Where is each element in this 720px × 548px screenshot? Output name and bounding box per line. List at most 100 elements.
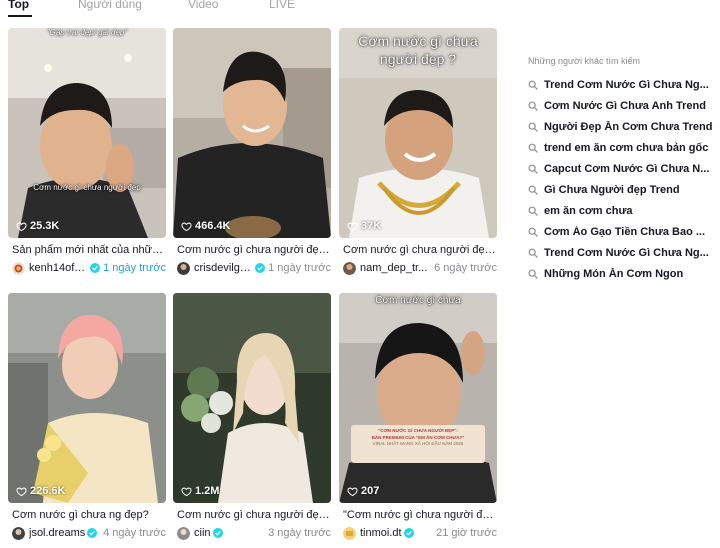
video-description[interactable]: Cơm nước gì chưa người đẹp... <box>177 244 331 256</box>
tab-users[interactable]: Người dùng <box>78 0 142 11</box>
video-grid: "Gặp trai đẹp/ gái đẹp" Cơm nước gì chưa… <box>8 28 498 548</box>
search-icon <box>528 80 538 90</box>
username[interactable]: tinmoi.dt <box>360 527 402 539</box>
video-meta: nam_dep_tr... 6 ngày trước <box>343 261 497 275</box>
related-search-item[interactable]: Cơm Nước Gì Chưa Anh Trend <box>528 95 713 116</box>
post-time: 1 ngày trước <box>268 262 331 274</box>
video-frame-image <box>8 293 166 503</box>
search-icon <box>528 269 538 279</box>
video-meta: ciin 3 ngày trước <box>177 526 331 540</box>
search-icon <box>528 164 538 174</box>
video-card: 226.6K Cơm nước gì chưa ng đẹp? jsol.dre… <box>8 293 166 540</box>
video-description[interactable]: Cơm nước gì chưa người đẹp... <box>177 509 331 521</box>
video-thumbnail[interactable]: 1.2M <box>173 293 331 503</box>
verified-badge-icon <box>255 263 266 273</box>
search-icon <box>528 101 538 111</box>
related-search-label: em ăn cơm chưa <box>544 204 633 217</box>
username[interactable]: jsol.dreams <box>29 527 85 539</box>
related-search-item[interactable]: Capcut Cơm Nước Gì Chưa N... <box>528 158 713 179</box>
video-description[interactable]: Cơm nước gì chưa người đẹp... <box>343 244 497 256</box>
heart-outline-icon <box>16 222 27 231</box>
video-thumbnail[interactable]: "Gặp trai đẹp/ gái đẹp" Cơm nước gì chưa… <box>8 28 166 238</box>
tab-video[interactable]: Video <box>188 0 218 11</box>
video-card: 1.2M Cơm nước gì chưa người đẹp... ciin … <box>173 293 331 540</box>
video-card: Cơm nước gì chưa người đẹp ? 37K Cơm nướ… <box>339 28 497 275</box>
related-search-item[interactable]: Trend Cơm Nước Gì Chưa Ng... <box>528 74 713 95</box>
username[interactable]: crisdevilga... <box>194 262 253 274</box>
related-search-label: Trend Cơm Nước Gì Chưa Ng... <box>544 246 709 259</box>
avatar[interactable] <box>12 261 25 275</box>
view-count: 37K <box>347 220 381 232</box>
related-search-label: Gì Chưa Người đẹp Trend <box>544 183 680 196</box>
search-icon <box>528 122 538 132</box>
search-tabs: Top Người dùng Video LIVE <box>0 0 500 20</box>
heart-outline-icon <box>16 487 27 496</box>
avatar[interactable] <box>343 261 356 275</box>
related-searches: Những người khác tìm kiếm Trend Cơm Nước… <box>528 56 713 284</box>
video-meta: kenh14offic... 1 ngày trước <box>12 261 166 275</box>
video-description[interactable]: Cơm nước gì chưa ng đẹp? <box>12 509 166 521</box>
video-meta: tinmoi.dt 21 giờ trước <box>343 526 497 540</box>
view-count-value: 1.2M <box>195 485 220 497</box>
related-search-label: Người Đẹp Ăn Cơm Chưa Trend <box>544 120 713 133</box>
post-time: 3 ngày trước <box>268 527 331 539</box>
post-time: 1 ngày trước <box>103 262 166 274</box>
avatar[interactable] <box>343 526 356 540</box>
related-search-item[interactable]: em ăn cơm chưa <box>528 200 713 221</box>
view-count: 466.4K <box>181 220 230 232</box>
avatar[interactable] <box>12 526 25 540</box>
verified-badge-icon <box>90 263 101 273</box>
related-searches-title: Những người khác tìm kiếm <box>528 56 640 66</box>
video-card: 466.4K Cơm nước gì chưa người đẹp... cri… <box>173 28 331 275</box>
username[interactable]: kenh14offic... <box>29 262 88 274</box>
news-banner-line: VIRAL NHẤT MẠNG XÃ HỘI ĐẦU NĂM 2025 <box>372 441 464 446</box>
related-search-label: Trend Cơm Nước Gì Chưa Ng... <box>544 78 709 91</box>
related-search-item[interactable]: trend em ăn cơm chưa bản gốc <box>528 137 713 158</box>
video-thumbnail[interactable]: 226.6K <box>8 293 166 503</box>
related-search-label: trend em ăn cơm chưa bản gốc <box>544 141 709 154</box>
related-search-item[interactable]: Người Đẹp Ăn Cơm Chưa Trend <box>528 116 713 137</box>
view-count-value: 207 <box>361 485 380 497</box>
heart-outline-icon <box>181 222 192 231</box>
avatar[interactable] <box>177 526 190 540</box>
video-thumbnail[interactable]: Cơm nước gì chưa người đẹp ? 37K <box>339 28 497 238</box>
related-search-item[interactable]: Cơm Áo Gạo Tiền Chưa Bao ... <box>528 221 713 242</box>
related-search-label: Cơm Áo Gạo Tiền Chưa Bao ... <box>544 225 706 238</box>
verified-badge-icon <box>212 528 223 538</box>
video-description[interactable]: Sản phẩm mới nhất của những... <box>12 244 166 256</box>
active-tab-indicator <box>8 15 32 17</box>
avatar[interactable] <box>177 261 190 275</box>
video-overlay-text: Cơm nước gì chưa <box>375 295 461 306</box>
video-thumbnail[interactable]: 466.4K <box>173 28 331 238</box>
heart-outline-icon <box>347 222 358 231</box>
post-time: 21 giờ trước <box>436 527 497 539</box>
verified-badge-icon <box>87 528 98 538</box>
view-count-value: 25.3K <box>30 220 60 232</box>
video-caption-overlay: Cơm nước gì chưa người đẹp <box>33 183 141 192</box>
video-description[interactable]: "Cơm nước gì chưa người đẹp... <box>343 509 497 521</box>
tab-top[interactable]: Top <box>8 0 29 11</box>
tab-live[interactable]: LIVE <box>269 0 295 11</box>
video-card: Cơm nước gì chưa "CƠM NƯỚC GÌ CHƯA NGƯỜI… <box>339 293 497 540</box>
username[interactable]: nam_dep_tr... <box>360 262 427 274</box>
view-count: 25.3K <box>16 220 59 232</box>
video-meta: crisdevilga... 1 ngày trước <box>177 261 331 275</box>
view-count: 207 <box>347 485 379 497</box>
related-search-item[interactable]: Những Món Ăn Cơm Ngon <box>528 263 713 284</box>
search-icon <box>528 206 538 216</box>
view-count-value: 37K <box>361 220 382 232</box>
verified-badge-icon <box>403 528 414 538</box>
video-overlay-text: Cơm nước gì chưa người đẹp ? <box>358 33 478 67</box>
related-search-item[interactable]: Gì Chưa Người đẹp Trend <box>528 179 713 200</box>
video-overlay-text: "Gặp trai đẹp/ gái đẹp" <box>46 28 128 37</box>
video-frame-image <box>173 28 331 238</box>
heart-outline-icon <box>347 487 358 496</box>
related-search-item[interactable]: Trend Cơm Nước Gì Chưa Ng... <box>528 242 713 263</box>
video-frame-image <box>8 28 166 238</box>
username[interactable]: ciin <box>194 527 211 539</box>
search-icon <box>528 227 538 237</box>
related-searches-list: Trend Cơm Nước Gì Chưa Ng... Cơm Nước Gì … <box>528 74 713 284</box>
video-thumbnail[interactable]: Cơm nước gì chưa "CƠM NƯỚC GÌ CHƯA NGƯỜI… <box>339 293 497 503</box>
news-banner: "CƠM NƯỚC GÌ CHƯA NGƯỜI ĐẸP": BẢN PREMIU… <box>351 425 485 463</box>
heart-outline-icon <box>181 487 192 496</box>
